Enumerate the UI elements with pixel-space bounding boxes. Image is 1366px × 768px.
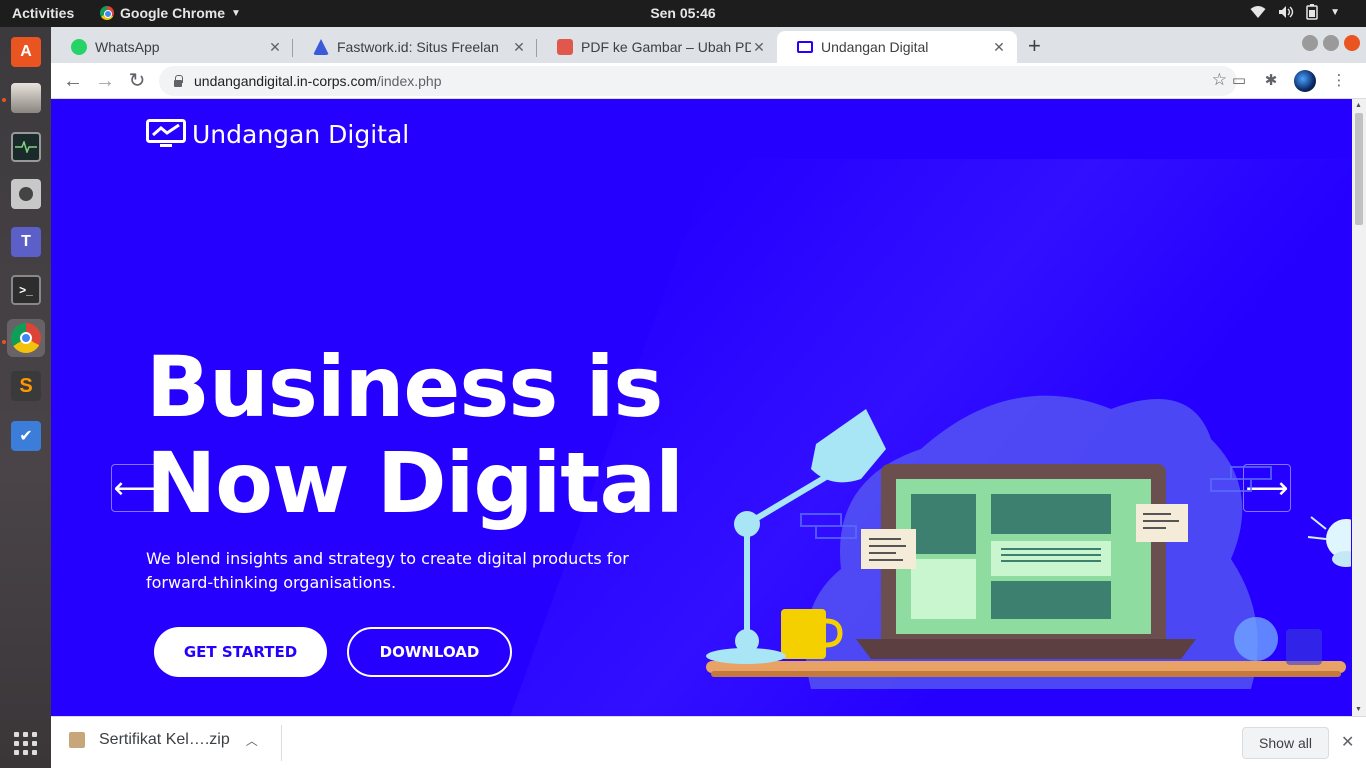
forward-arrow-icon[interactable]: → <box>93 69 117 93</box>
workspace-illustration <box>706 395 1351 689</box>
close-icon[interactable]: ✕ <box>991 39 1007 56</box>
menu-kebab-icon[interactable]: ⋮ <box>1330 72 1348 90</box>
window-controls <box>1302 35 1360 51</box>
volume-icon <box>1279 6 1294 18</box>
app-menu[interactable]: Google Chrome ▼ <box>100 5 241 21</box>
hero-heading: Business is Now Digital <box>146 338 684 532</box>
hero-subtitle: We blend insights and strategy to create… <box>146 549 629 592</box>
dock-chrome[interactable] <box>7 319 45 357</box>
download-file-name: Sertifikat Kel….zip <box>99 731 230 748</box>
dock-software-center[interactable]: A <box>7 33 45 71</box>
bookmark-star-icon[interactable]: ☆ <box>1212 70 1227 90</box>
system-top-bar: Activities Google Chrome ▼ Sen 05:46 ▼ <box>0 0 1366 27</box>
sticky-note <box>861 529 916 569</box>
clock[interactable]: Sen 05:46 <box>650 5 715 21</box>
dock-terminal[interactable]: >_ <box>7 271 45 309</box>
battery-icon <box>1306 4 1318 20</box>
teams-icon: T <box>11 227 41 257</box>
browser-toolbar: ← → ↻ undangandigital.in-corps.com/index… <box>51 63 1366 99</box>
divider <box>281 725 282 761</box>
url-path: /index.php <box>376 73 442 89</box>
download-shelf: Sertifikat Kel….zip ︿ Show all ✕ <box>51 716 1366 768</box>
show-all-button[interactable]: Show all <box>1242 727 1329 759</box>
terminal-icon: >_ <box>11 275 41 305</box>
running-indicator <box>2 340 6 344</box>
pdf-icon <box>557 39 573 55</box>
carousel-prev-button[interactable]: ⟵ <box>111 464 159 512</box>
download-button[interactable]: DOWNLOAD <box>347 627 512 677</box>
chrome-icon <box>100 6 114 20</box>
get-started-button[interactable]: GET STARTED <box>154 627 327 677</box>
close-window-icon[interactable] <box>1344 35 1360 51</box>
dock-tasks[interactable]: ✔ <box>7 417 45 455</box>
file-cabinet-icon <box>11 83 41 113</box>
extensions-puzzle-icon[interactable]: ✱ <box>1262 72 1280 90</box>
extension-chat-icon[interactable]: ▭ <box>1230 72 1248 90</box>
system-monitor-icon <box>11 132 41 162</box>
new-tab-button[interactable]: + <box>1028 33 1041 59</box>
whatsapp-icon <box>71 39 87 55</box>
scrollbar-thumb[interactable] <box>1355 113 1363 225</box>
dock-sublime-text[interactable]: S <box>7 367 45 405</box>
maximize-icon[interactable] <box>1323 35 1339 51</box>
dock-teams[interactable]: T <box>7 223 45 261</box>
minimize-icon[interactable] <box>1302 35 1318 51</box>
chat-widget[interactable] <box>1286 629 1322 665</box>
running-indicator <box>2 98 6 102</box>
dock: A T >_ S ✔ <box>0 27 51 768</box>
tab-fastwork[interactable]: Fastwork.id: Situs Freelan ✕ <box>293 31 537 63</box>
brand-name: Undangan Digital <box>192 119 410 149</box>
lock-icon[interactable] <box>173 75 183 87</box>
wifi-icon <box>1250 6 1266 18</box>
page-scrollbar[interactable]: ▲ ▼ <box>1352 99 1366 716</box>
url-host: undangandigital.in-corps.com <box>194 73 377 89</box>
tab-title: PDF ke Gambar – Ubah PD <box>581 39 751 55</box>
system-tray[interactable]: ▼ <box>1250 4 1340 20</box>
spider-robot <box>1307 516 1351 567</box>
hero-heading-line-2: Now Digital <box>146 434 684 532</box>
tab-undangan-digital[interactable]: Undangan Digital ✕ <box>777 31 1017 63</box>
reload-icon[interactable]: ↻ <box>125 69 149 93</box>
tab-strip: WhatsApp ✕ Fastwork.id: Situs Freelan ✕ … <box>51 27 1366 63</box>
close-icon[interactable]: ✕ <box>751 39 767 56</box>
close-icon[interactable]: ✕ <box>511 39 527 56</box>
tab-title: Undangan Digital <box>821 39 929 55</box>
show-applications-icon[interactable] <box>14 732 37 755</box>
sticky-note <box>1136 504 1188 542</box>
checkbox-icon: ✔ <box>11 421 41 451</box>
chevron-up-icon[interactable]: ︿ <box>246 732 258 749</box>
chevron-down-icon: ▼ <box>1330 6 1340 18</box>
activities-button[interactable]: Activities <box>12 5 74 21</box>
fastwork-icon <box>313 39 329 55</box>
back-arrow-icon[interactable]: ← <box>61 69 85 93</box>
coffee-mug <box>781 609 826 659</box>
chrome-icon <box>11 323 41 353</box>
zip-file-icon <box>69 732 85 748</box>
download-item[interactable]: Sertifikat Kel….zip ︿ <box>69 731 258 749</box>
software-center-icon: A <box>11 37 41 67</box>
site-logo[interactable]: Undangan Digital <box>146 119 409 149</box>
app-menu-label: Google Chrome <box>120 5 226 21</box>
monitor-chart-icon <box>146 119 186 147</box>
monitor-icon <box>797 41 813 53</box>
dock-camera[interactable] <box>7 175 45 213</box>
camera-icon <box>11 179 41 209</box>
dock-system-monitor[interactable] <box>7 128 45 166</box>
profile-avatar[interactable] <box>1294 70 1316 92</box>
web-page: Undangan Digital Business is Now Digital… <box>51 99 1352 716</box>
tab-title: WhatsApp <box>95 39 160 55</box>
tab-pdf-to-image[interactable]: PDF ke Gambar – Ubah PD ✕ <box>537 31 777 63</box>
scroll-up-icon[interactable]: ▲ <box>1355 102 1362 109</box>
sublime-text-icon: S <box>11 371 41 401</box>
tab-title: Fastwork.id: Situs Freelan <box>337 39 499 55</box>
close-icon[interactable]: ✕ <box>267 39 283 56</box>
address-bar[interactable]: undangandigital.in-corps.com/index.php ☆ <box>159 66 1237 96</box>
hero-heading-line-1: Business is <box>146 338 663 436</box>
tab-whatsapp[interactable]: WhatsApp ✕ <box>51 31 293 63</box>
scroll-down-icon[interactable]: ▼ <box>1355 706 1362 713</box>
chevron-down-icon: ▼ <box>231 7 241 19</box>
close-icon[interactable]: ✕ <box>1341 732 1354 752</box>
dock-file-manager[interactable] <box>7 79 45 117</box>
